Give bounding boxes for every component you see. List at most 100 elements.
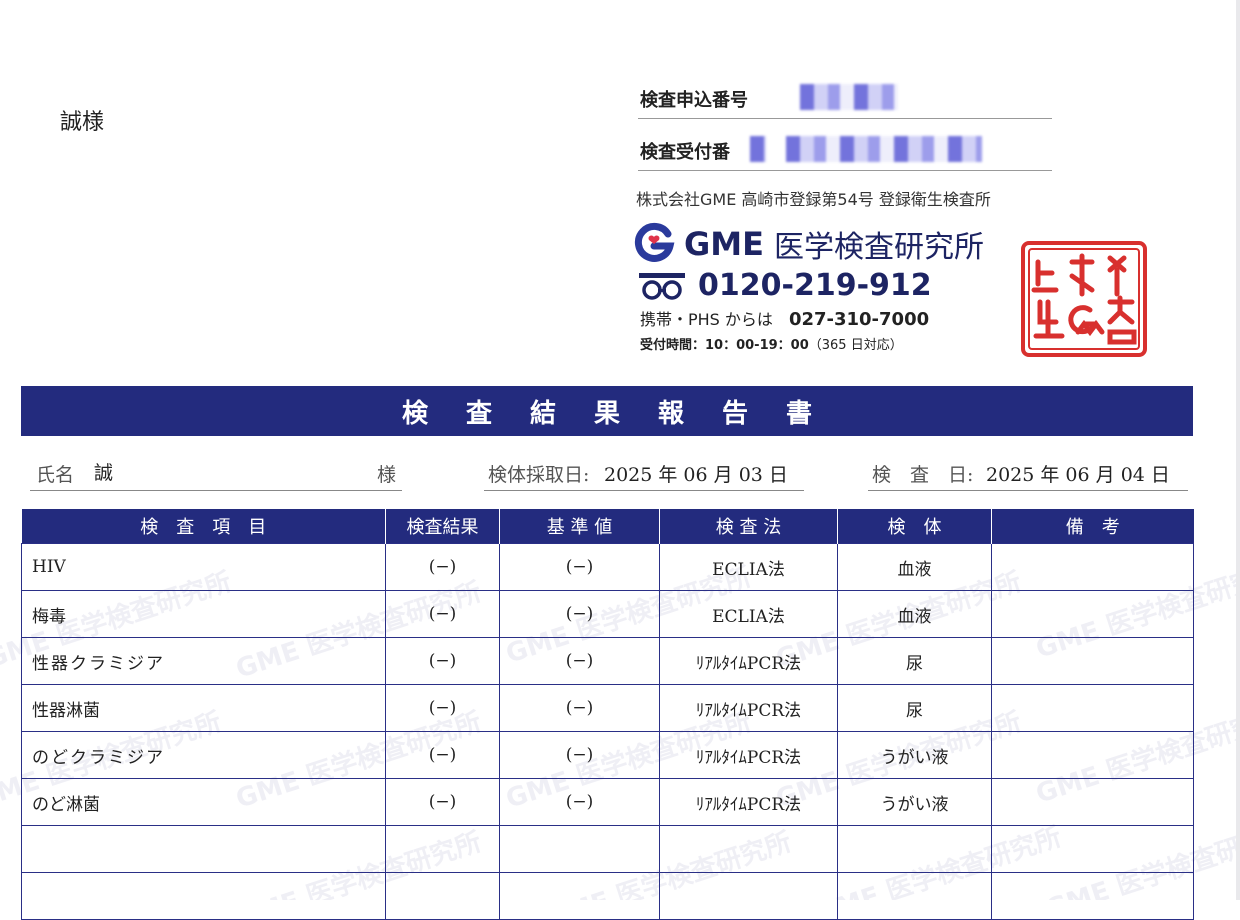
page-edge xyxy=(1236,0,1240,900)
cell-remarks xyxy=(991,825,1194,873)
cell-method: ECLIA法 xyxy=(659,543,838,591)
cell-method: ﾘｱﾙﾀｲﾑPCR法 xyxy=(659,731,838,779)
cell-reference-value: (−) xyxy=(499,684,660,732)
collection-date-value: 2025 年 06 月 03 日 xyxy=(604,464,788,486)
cell-specimen: 血液 xyxy=(837,543,992,591)
mobile-label: 携帯・PHS からは xyxy=(640,310,773,329)
cell-specimen xyxy=(837,825,992,873)
header-reference-value: 基 準 値 xyxy=(499,509,660,544)
test-date-field: 検 査 日: 2025 年 06 月 04 日 xyxy=(868,452,1188,491)
header-test-item: 検 査 項 目 xyxy=(21,509,386,544)
cell-remarks xyxy=(991,731,1194,779)
table-row: のど淋菌 (−) (−) ﾘｱﾙﾀｲﾑPCR法 うがい液 xyxy=(21,778,1194,826)
company-seal-icon xyxy=(1021,241,1147,357)
cell-method: ﾘｱﾙﾀｲﾑPCR法 xyxy=(659,637,838,685)
collection-date-label: 検体採取日: xyxy=(488,464,590,486)
company-registration: 株式会社GME 高崎市登録第54号 登録衛生検査所 xyxy=(636,190,991,209)
table-row xyxy=(21,825,1194,873)
cell-reference-value xyxy=(499,825,660,873)
cell-test-item: 梅毒 xyxy=(21,590,386,638)
cell-specimen: うがい液 xyxy=(837,731,992,779)
mobile-number: 027-310-7000 xyxy=(788,309,930,330)
cell-result: (−) xyxy=(385,590,500,638)
cell-result: (−) xyxy=(385,731,500,779)
receipt-number-label: 検査受付番 xyxy=(640,142,730,163)
cell-method: ﾘｱﾙﾀｲﾑPCR法 xyxy=(659,684,838,732)
report-title-bar: 検査結果報告書 xyxy=(21,386,1193,436)
cell-reference-value: (−) xyxy=(499,543,660,591)
cell-result: (−) xyxy=(385,637,500,685)
table-row: 梅毒 (−) (−) ECLIA法 血液 xyxy=(21,590,1194,638)
table-row: HIV (−) (−) ECLIA法 血液 xyxy=(21,543,1194,591)
cell-reference-value: (−) xyxy=(499,731,660,779)
header-result: 検査結果 xyxy=(385,509,500,544)
report-page: GME 医学検査研究所 GME 医学検査研究所 GME 医学検査研究所 GME … xyxy=(0,0,1240,920)
results-table: 検 査 項 目 検査結果 基 準 値 検 査 法 検 体 備 考 HIV (−)(… xyxy=(21,509,1194,920)
cell-test-item xyxy=(21,825,386,873)
cell-specimen: 尿 xyxy=(837,684,992,732)
redacted-receipt-number xyxy=(786,136,982,162)
cell-specimen xyxy=(837,872,992,920)
company-logo: GME 医学検査研究所 xyxy=(632,222,984,266)
cell-method xyxy=(659,825,838,873)
patient-honorific: 様 xyxy=(376,464,396,486)
test-date-value: 2025 年 06 月 04 日 xyxy=(986,464,1170,486)
patient-name-value: 誠 xyxy=(94,462,114,484)
table-row: 性器淋菌 (−) (−) ﾘｱﾙﾀｲﾑPCR法尿 xyxy=(21,684,1194,732)
cell-method: ECLIA法 xyxy=(659,590,838,638)
patient-name-label: 氏名 xyxy=(36,464,75,486)
recipient-name: 誠様 xyxy=(60,110,105,135)
business-hours-row: 受付時間：10：00-19：00（365 日対応） xyxy=(640,334,903,353)
cell-method xyxy=(659,872,838,920)
cell-remarks xyxy=(991,684,1194,732)
cell-remarks xyxy=(991,543,1194,591)
report-title: 検査結果報告書 xyxy=(401,398,850,429)
application-number-row: 検査申込番号 xyxy=(638,78,1052,119)
business-hours-note: （365 日対応） xyxy=(808,338,903,353)
table-row: 性器クラミジア (−) (−) ﾘｱﾙﾀｲﾑPCR法尿 xyxy=(21,637,1194,685)
cell-remarks xyxy=(991,590,1194,638)
cell-test-item: 性器淋菌 xyxy=(21,684,386,732)
table-row xyxy=(21,872,1194,920)
mobile-contact-row: 携帯・PHS からは 027-310-7000 xyxy=(640,306,929,330)
cell-result: (−) xyxy=(385,543,500,591)
receipt-number-row: 検査受付番 xyxy=(638,130,1052,171)
application-number-label: 検査申込番号 xyxy=(640,90,748,111)
cell-result: (−) xyxy=(385,778,500,826)
cell-reference-value xyxy=(499,872,660,920)
gme-logo-icon xyxy=(634,222,675,262)
collection-date-field: 検体採取日: 2025 年 06 月 03 日 xyxy=(484,452,804,491)
test-date-label: 検 査 日: xyxy=(872,464,974,486)
cell-reference-value: (−) xyxy=(499,590,660,638)
cell-reference-value: (−) xyxy=(499,637,660,685)
patient-name-field: 氏名 誠 様 xyxy=(30,452,402,491)
freedial-row: 0120-219-912 xyxy=(638,268,932,303)
redacted-application-number xyxy=(800,84,898,110)
cell-test-item: のどクラミジア xyxy=(21,731,386,779)
freedial-icon xyxy=(639,272,685,300)
cell-remarks xyxy=(991,778,1194,826)
cell-method: ﾘｱﾙﾀｲﾑPCR法 xyxy=(659,778,838,826)
cell-test-item: のど淋菌 xyxy=(21,778,386,826)
cell-result xyxy=(385,825,500,873)
cell-specimen: 尿 xyxy=(837,637,992,685)
cell-result: (−) xyxy=(385,684,500,732)
freedial-number: 0120-219-912 xyxy=(698,268,932,303)
cell-reference-value: (−) xyxy=(499,778,660,826)
cell-test-item xyxy=(21,872,386,920)
cell-result xyxy=(385,872,500,920)
business-hours: 受付時間：10：00-19：00 xyxy=(640,338,809,353)
cell-remarks xyxy=(991,872,1194,920)
header-remarks: 備 考 xyxy=(991,509,1194,544)
cell-remarks xyxy=(991,637,1194,685)
company-logo-name: GME xyxy=(684,225,764,263)
cell-test-item: 性器クラミジア xyxy=(21,637,386,685)
header-method: 検 査 法 xyxy=(659,509,838,544)
cell-specimen: うがい液 xyxy=(837,778,992,826)
table-header-row: 検 査 項 目 検査結果 基 準 値 検 査 法 検 体 備 考 xyxy=(21,509,1194,544)
header-specimen: 検 体 xyxy=(837,509,992,544)
cell-test-item: HIV xyxy=(21,543,386,591)
table-row: のどクラミジア (−) (−) ﾘｱﾙﾀｲﾑPCR法 うがい液 xyxy=(21,731,1194,779)
company-logo-subtitle: 医学検査研究所 xyxy=(773,230,984,265)
redacted-receipt-char xyxy=(750,136,766,162)
